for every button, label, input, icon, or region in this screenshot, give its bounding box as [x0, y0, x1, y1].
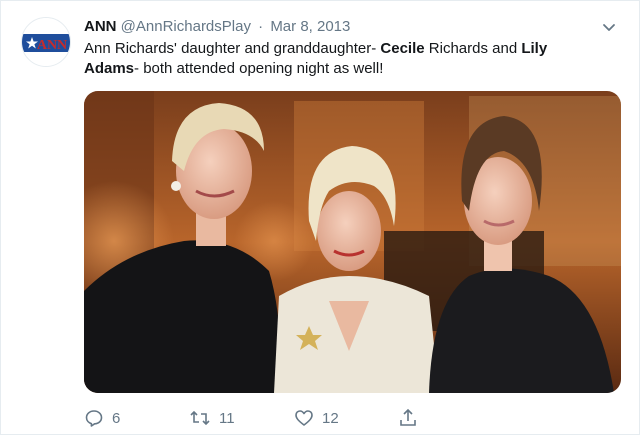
chevron-down-icon [603, 24, 615, 31]
like-count: 12 [322, 409, 339, 427]
tweet-date[interactable]: Mar 8, 2013 [270, 18, 350, 35]
avatar-logo-text: ANN [37, 38, 67, 53]
share-button[interactable] [398, 406, 418, 430]
author-name[interactable]: ANN [84, 18, 117, 35]
retweet-button[interactable]: 11 [189, 406, 235, 430]
share-icon [400, 408, 416, 426]
tweet-text-part1: Ann Richards' daughter and granddaughter… [84, 40, 381, 57]
tweet-photo[interactable] [84, 91, 621, 393]
group-photo-image [84, 91, 621, 393]
mention-cecile: Cecile [380, 40, 425, 57]
tweet-text-part3: - both attended opening night as well! [134, 60, 384, 77]
author-handle[interactable]: @AnnRichardsPlay [121, 18, 251, 35]
reply-button[interactable]: 6 [84, 406, 120, 430]
like-button[interactable]: 12 [294, 406, 339, 430]
header-separator: · [258, 18, 264, 35]
mention-adams: Adams [84, 60, 135, 77]
tweet-header: ANN @AnnRichardsPlay · Mar 8, 2013 [84, 17, 619, 37]
mention-lily: Lily [521, 40, 548, 57]
more-options-button[interactable] [601, 19, 617, 35]
tweet-text: Ann Richards' daughter and granddaughter… [84, 39, 604, 79]
tweet-card[interactable]: ANN ANN @AnnRichardsPlay · Mar 8, 2013 A… [0, 0, 640, 435]
texas-flag-logo-icon: ANN [22, 18, 70, 66]
author-avatar[interactable]: ANN [21, 17, 71, 67]
reply-count: 6 [112, 409, 121, 427]
retweet-icon [190, 410, 210, 426]
tweet-text-part2: Richards and [424, 40, 522, 57]
reply-icon [85, 410, 103, 427]
heart-icon [295, 410, 313, 426]
retweet-count: 11 [219, 409, 235, 427]
